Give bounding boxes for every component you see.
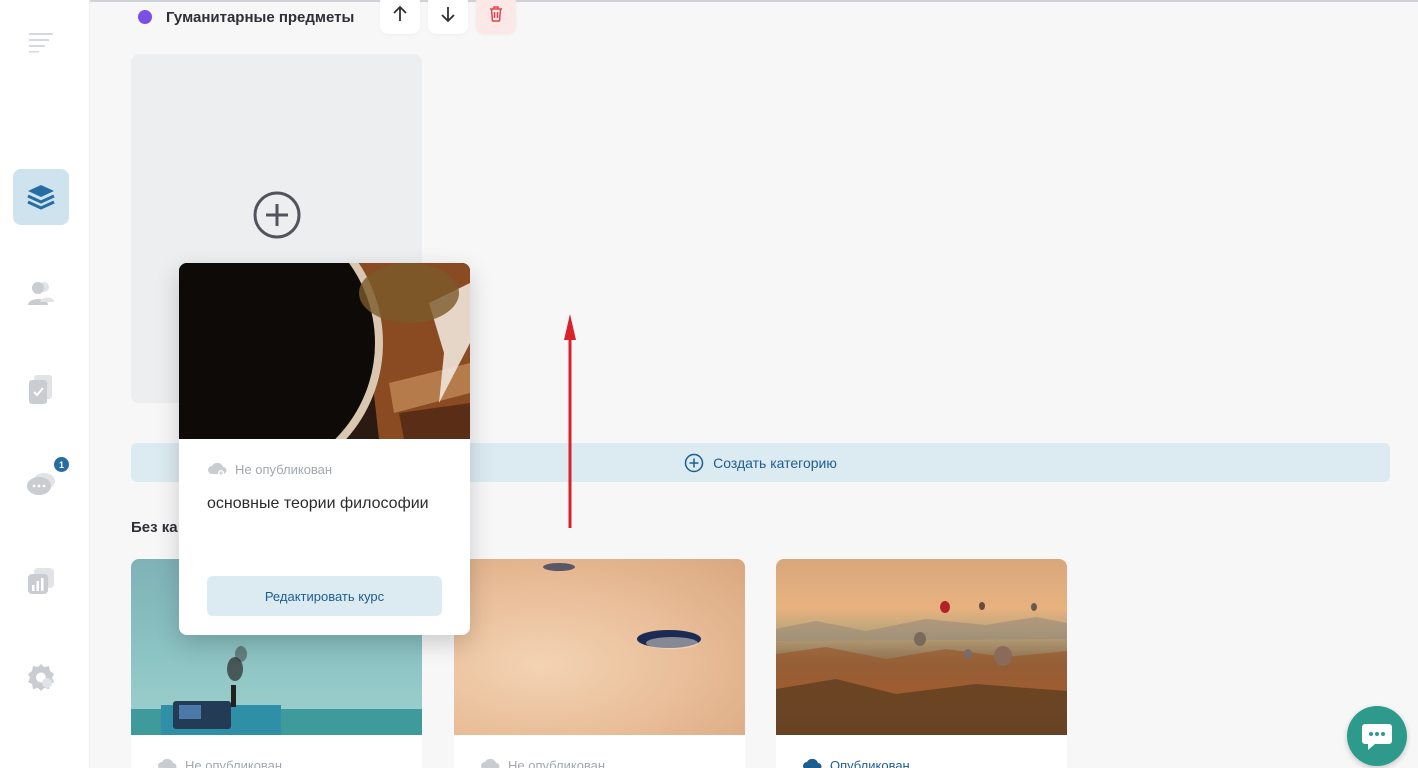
category-color-dot	[138, 10, 152, 24]
dragged-course-status: Не опубликован	[179, 439, 470, 477]
course-card[interactable]: Опубликован	[776, 559, 1067, 768]
move-up-button[interactable]	[380, 0, 420, 34]
create-category-label: Создать категорию	[713, 454, 837, 471]
chat-widget-button[interactable]	[1347, 706, 1407, 766]
sidebar-item-users[interactable]	[13, 265, 69, 321]
course-image-tea-cup	[179, 263, 470, 439]
course-image-balloons	[776, 559, 1067, 735]
plus-circle-icon	[684, 453, 704, 472]
courses-stack-icon	[27, 185, 55, 210]
course-status: Опубликован	[776, 735, 1067, 768]
category-title: Гуманитарные предметы	[166, 8, 355, 26]
cloud-unpublished-icon	[208, 462, 227, 476]
cloud-published-icon	[803, 758, 822, 768]
menu-icon	[29, 33, 53, 53]
plus-circle-icon	[253, 191, 301, 239]
analytics-icon	[28, 568, 54, 594]
users-icon	[28, 282, 54, 305]
dragged-course-status-label: Не опубликован	[235, 461, 333, 477]
trash-icon	[490, 6, 502, 22]
course-image-sand	[454, 559, 745, 735]
chat-bubble-icon	[1362, 724, 1392, 750]
delete-category-button[interactable]	[476, 0, 516, 34]
cloud-unpublished-icon	[158, 758, 177, 768]
annotation-arrow-up	[564, 314, 576, 528]
uncategorized-section-title: Без ка	[131, 519, 178, 536]
course-status-label: Не опубликован	[185, 757, 283, 768]
cloud-unpublished-icon	[481, 758, 500, 768]
sidebar-item-courses[interactable]	[13, 169, 69, 225]
course-status: Не опубликован	[454, 735, 745, 768]
dragged-course-title: основные теории философии	[207, 495, 429, 512]
sidebar: 1	[0, 0, 90, 768]
sidebar-item-settings[interactable]	[13, 649, 69, 705]
category-header: Гуманитарные предметы	[131, 0, 354, 34]
course-card[interactable]: Не опубликован	[454, 559, 745, 768]
messages-badge: 1	[54, 457, 69, 472]
move-down-button[interactable]	[428, 0, 468, 34]
course-status: Не опубликован	[131, 735, 422, 768]
course-status-label: Опубликован	[830, 757, 910, 768]
sidebar-item-assignments[interactable]	[13, 361, 69, 417]
arrow-up-icon	[393, 5, 407, 21]
sidebar-item-analytics[interactable]	[13, 553, 69, 609]
course-status-label: Не опубликован	[508, 757, 606, 768]
messages-icon	[27, 473, 55, 495]
dragged-course-card[interactable]: Не опубликован основные теории философии…	[179, 263, 470, 635]
menu-toggle[interactable]	[13, 14, 69, 70]
arrow-down-icon	[441, 7, 455, 23]
assignments-icon	[29, 375, 52, 404]
settings-icon	[28, 664, 54, 691]
edit-course-button[interactable]: Редактировать курс	[207, 576, 442, 616]
